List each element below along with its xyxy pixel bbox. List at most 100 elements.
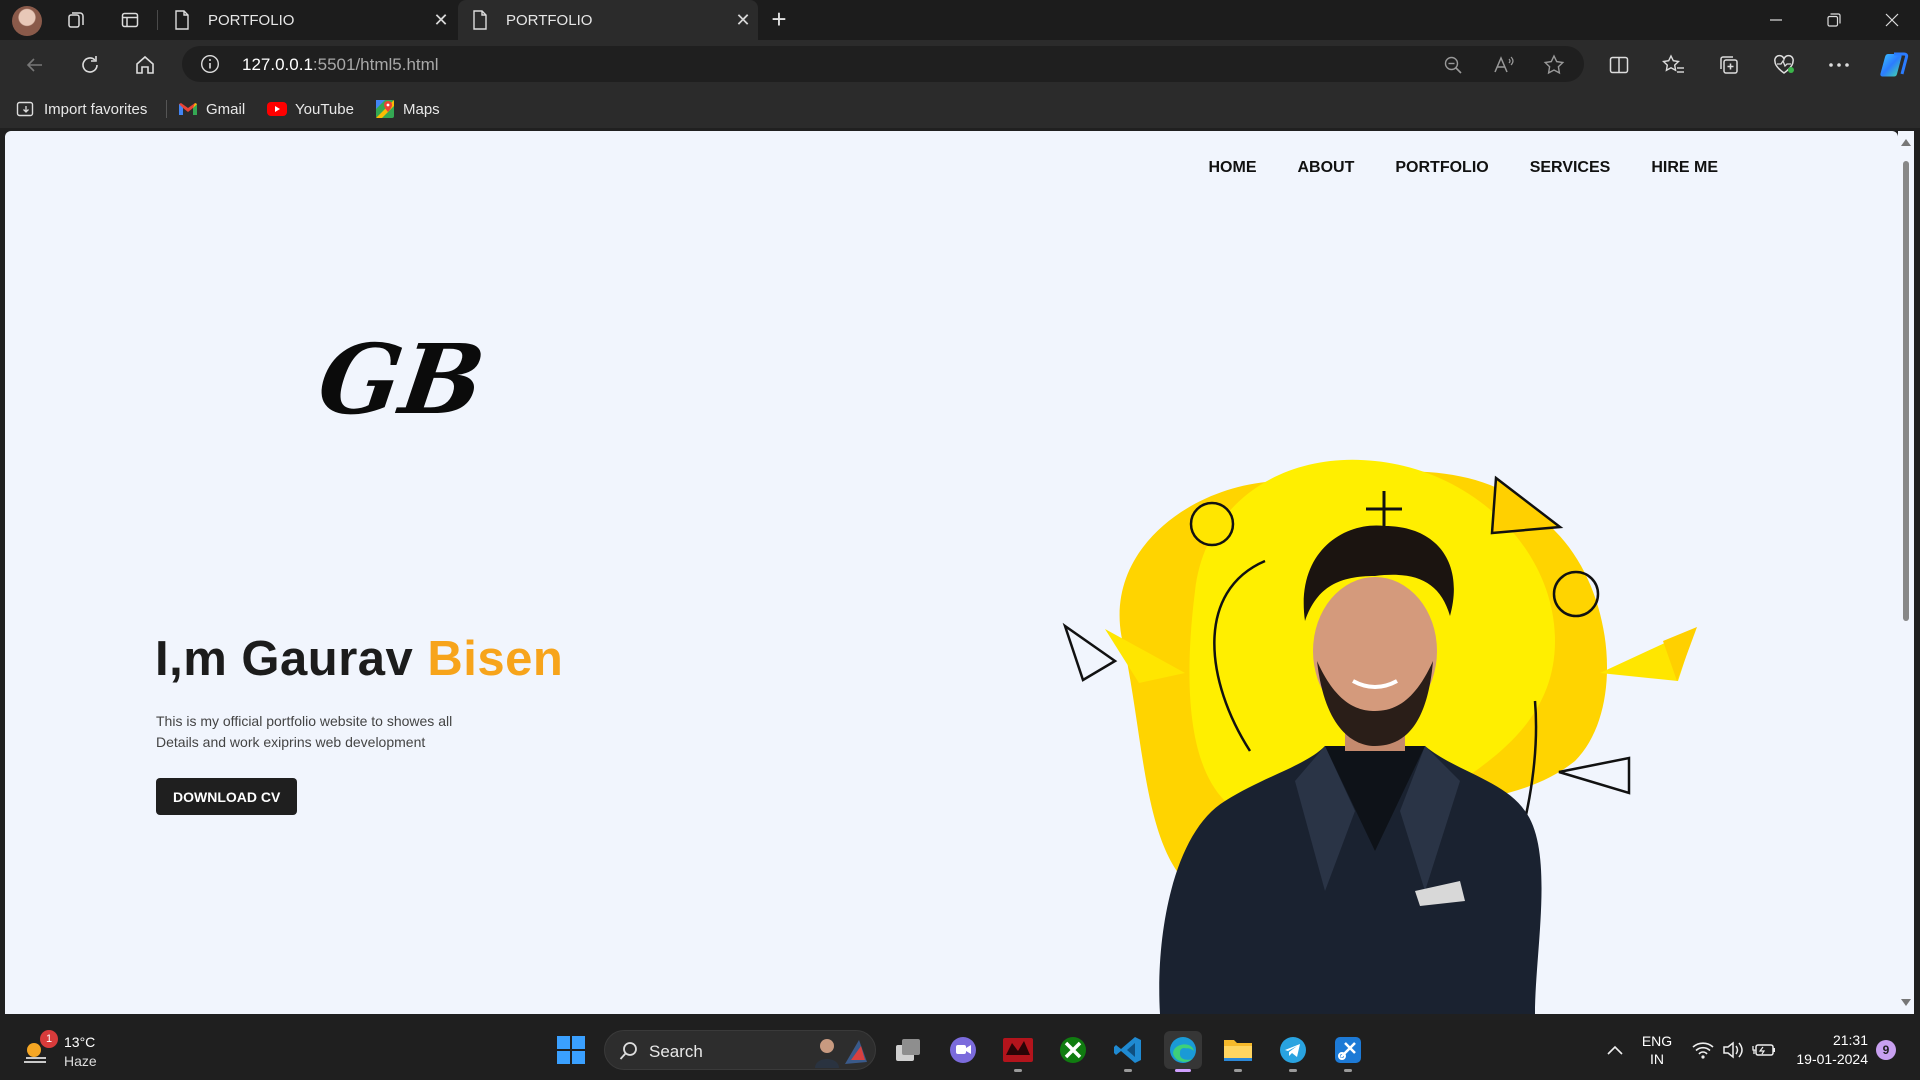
nav-home-link[interactable]: HOME (1208, 159, 1256, 177)
close-tab-icon[interactable]: ✕ (426, 10, 456, 31)
read-aloud-icon[interactable] (1493, 54, 1515, 76)
active-indicator (1175, 1069, 1191, 1072)
file-explorer-button[interactable] (1219, 1031, 1257, 1072)
import-favorites-icon (16, 100, 36, 118)
new-tab-button[interactable]: + (764, 6, 794, 34)
tab-title: PORTFOLIO (506, 11, 593, 29)
site-info-icon[interactable] (200, 54, 220, 74)
triangle-top-right (1490, 475, 1564, 535)
minimize-button[interactable] (1748, 0, 1804, 40)
workspaces-icon[interactable] (64, 8, 88, 32)
task-view-icon (896, 1039, 920, 1061)
split-screen-icon[interactable] (1606, 52, 1632, 78)
page-viewport: HOME ABOUT PORTFOLIO SERVICES HIRE ME GB… (5, 131, 1898, 1014)
youtube-icon (267, 100, 287, 118)
edge-icon (1170, 1037, 1196, 1063)
vscode-button[interactable] (1109, 1031, 1147, 1072)
nav-services-link[interactable]: SERVICES (1530, 159, 1611, 177)
folder-icon (1224, 1040, 1252, 1061)
input-language[interactable]: ENG IN (1640, 1032, 1674, 1068)
fav-label: YouTube (295, 100, 354, 118)
profile-avatar[interactable] (12, 6, 42, 36)
more-options-icon[interactable] (1826, 52, 1852, 78)
weather-alert-badge: 1 (40, 1030, 58, 1048)
language-code: ENG (1641, 1033, 1673, 1049)
weather-temperature: 13°C (64, 1034, 96, 1050)
system-clock[interactable]: 21:31 19-01-2024 (1790, 1031, 1868, 1069)
fav-gmail[interactable]: Gmail (178, 98, 245, 120)
zoom-out-icon[interactable] (1442, 54, 1464, 76)
teams-chat-icon (950, 1037, 976, 1063)
triangle-outline-left (1062, 622, 1118, 682)
back-icon[interactable] (20, 50, 50, 80)
search-placeholder: Search (649, 1042, 703, 1061)
url-host: 127.0.0.1 (242, 55, 313, 74)
tab-portfolio-1[interactable]: PORTFOLIO ✕ (160, 0, 456, 40)
vscode-icon (1114, 1037, 1141, 1063)
page-scrollbar[interactable] (1898, 131, 1914, 1014)
scroll-up-arrow[interactable] (1901, 139, 1911, 146)
collections-icon[interactable] (1716, 52, 1742, 78)
favorites-icon[interactable] (1661, 52, 1687, 78)
nav-hire-me-link[interactable]: HIRE ME (1651, 159, 1718, 177)
windows-taskbar: 1 13°C Haze Search ENG IN 21:31 19-01-20… (0, 1020, 1920, 1080)
download-cv-button[interactable]: DOWNLOAD CV (156, 778, 298, 815)
tab-separator (157, 10, 158, 30)
running-indicator (1289, 1069, 1297, 1072)
xbox-button[interactable] (1054, 1031, 1092, 1069)
refresh-icon[interactable] (75, 50, 105, 80)
screen: PORTFOLIO ✕ PORTFOLIO ✕ + 127.0.0.1:5501… (0, 0, 1920, 1080)
favorite-star-icon[interactable] (1543, 54, 1565, 76)
scroll-thumb[interactable] (1903, 161, 1909, 621)
fav-maps[interactable]: Maps (375, 98, 440, 120)
nav-about-link[interactable]: ABOUT (1297, 159, 1354, 177)
notification-count-badge[interactable]: 9 (1876, 1040, 1896, 1060)
running-indicator (1014, 1069, 1022, 1072)
browser-essentials-icon[interactable] (1771, 52, 1797, 78)
chevron-up-icon (1607, 1045, 1623, 1055)
running-indicator (1234, 1069, 1242, 1072)
hero-title: I,m Gaurav Bisen (155, 631, 563, 687)
task-view-button[interactable] (889, 1031, 927, 1069)
gmail-icon (178, 100, 198, 118)
fav-label: Gmail (206, 100, 246, 118)
telegram-button[interactable] (1274, 1031, 1312, 1072)
battery-icon[interactable] (1750, 1020, 1778, 1080)
show-hidden-icons-button[interactable] (1600, 1020, 1630, 1080)
start-button[interactable] (552, 1031, 590, 1069)
close-tab-icon[interactable]: ✕ (728, 10, 758, 31)
tab-portfolio-2[interactable]: PORTFOLIO ✕ (458, 0, 758, 40)
hero-description: This is my official portfolio website to… (156, 711, 516, 753)
region-code: IN (1650, 1051, 1664, 1067)
fav-youtube[interactable]: YouTube (267, 98, 354, 120)
weather-condition: Haze (64, 1053, 97, 1069)
gb-logo: GB (321, 329, 487, 436)
address-bar[interactable]: 127.0.0.1:5501/html5.html (182, 46, 1584, 82)
fav-import-favorites[interactable]: Import favorites (16, 98, 147, 120)
volume-icon[interactable] (1720, 1020, 1746, 1080)
teams-chat-button[interactable] (944, 1031, 982, 1069)
tab-title: PORTFOLIO (208, 11, 295, 29)
vertical-tabs-icon[interactable] (118, 8, 142, 32)
close-window-button[interactable] (1864, 0, 1920, 40)
taskbar-search[interactable]: Search (604, 1030, 876, 1070)
wifi-icon[interactable] (1690, 1020, 1716, 1080)
nav-portfolio-link[interactable]: PORTFOLIO (1395, 159, 1488, 177)
weather-widget[interactable]: 1 13°C Haze (22, 1030, 132, 1072)
app-button-red[interactable] (999, 1031, 1037, 1072)
fav-label: Maps (403, 100, 440, 118)
snipping-tool-icon (1335, 1037, 1361, 1063)
snipping-tool-button[interactable] (1329, 1031, 1367, 1072)
search-icon (619, 1042, 637, 1060)
edge-button[interactable] (1164, 1031, 1202, 1072)
search-highlight-image (815, 1039, 867, 1068)
scroll-down-arrow[interactable] (1901, 999, 1911, 1006)
xbox-icon (1060, 1037, 1086, 1063)
hero-description-line-2: Details and work exiprins web developmen… (156, 734, 426, 750)
home-icon[interactable] (130, 50, 160, 80)
site-navigation: HOME ABOUT PORTFOLIO SERVICES HIRE ME (1167, 159, 1718, 177)
restore-button[interactable] (1806, 0, 1862, 40)
url-path: :5501/html5.html (312, 55, 439, 74)
page-icon (472, 10, 496, 30)
copilot-icon[interactable] (1878, 49, 1910, 81)
